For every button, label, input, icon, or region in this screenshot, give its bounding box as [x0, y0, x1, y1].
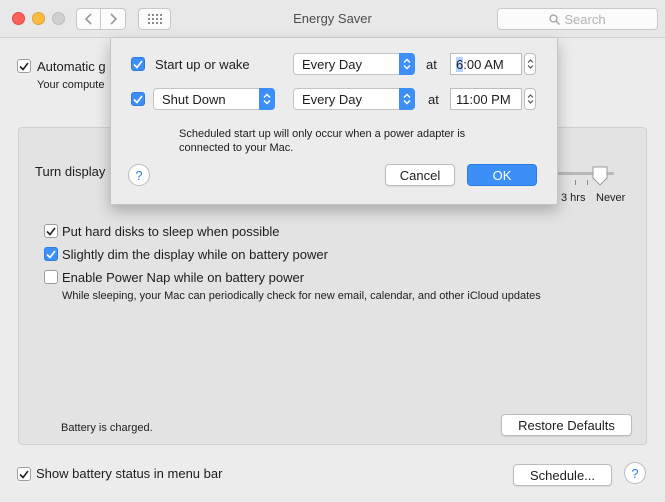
shutdown-time-field[interactable]: 11:00 PM	[450, 88, 522, 110]
shutdown-day-value: Every Day	[302, 91, 362, 107]
startup-time-stepper[interactable]	[524, 53, 536, 75]
shutdown-action-popup[interactable]: Shut Down	[153, 88, 275, 110]
automatic-checkbox[interactable]	[17, 59, 31, 73]
schedule-note-line1: Scheduled start up will only occur when …	[179, 128, 466, 140]
shutdown-time-stepper[interactable]	[524, 88, 536, 110]
display-sleep-slider-knob[interactable]	[592, 166, 608, 186]
slider-tick	[587, 180, 588, 185]
popup-arrows-icon	[399, 53, 415, 75]
battery-status-text: Battery is charged.	[61, 422, 153, 434]
at-label: at	[426, 57, 437, 72]
popup-arrows-icon	[259, 88, 275, 110]
schedule-button[interactable]: Schedule...	[513, 464, 612, 486]
search-field[interactable]: Search	[497, 8, 658, 30]
automatic-label: Automatic g	[37, 59, 106, 74]
slider-label-3hrs: 3 hrs	[561, 192, 586, 204]
checkmark-icon	[133, 94, 143, 104]
power-nap-description: While sleeping, your Mac can periodicall…	[62, 290, 541, 302]
hard-disk-sleep-label: Put hard disks to sleep when possible	[62, 224, 280, 239]
help-button[interactable]: ?	[624, 462, 646, 484]
shutdown-action-value: Shut Down	[162, 91, 226, 107]
show-battery-status-label: Show battery status in menu bar	[36, 466, 223, 481]
sheet-help-button[interactable]: ?	[128, 164, 150, 186]
help-icon: ?	[135, 167, 143, 183]
stepper-arrows-icon	[527, 94, 533, 104]
power-nap-label: Enable Power Nap while on battery power	[62, 270, 305, 285]
turn-display-off-label: Turn display	[35, 164, 106, 179]
checkmark-icon	[46, 227, 56, 236]
popup-arrows-icon	[399, 88, 415, 110]
dim-display-label: Slightly dim the display while on batter…	[62, 247, 328, 262]
startup-time-hour[interactable]: 6	[456, 56, 464, 72]
help-icon: ?	[631, 465, 639, 481]
dim-display-checkbox[interactable]	[44, 247, 58, 261]
startup-time-rest: :00 AM	[463, 56, 504, 72]
startup-wake-label: Start up or wake	[155, 57, 250, 72]
schedule-sheet: Start up or wake Every Day at 6:00 AM Sh…	[110, 38, 558, 205]
show-battery-status-checkbox[interactable]	[17, 467, 31, 481]
checkmark-icon	[19, 62, 29, 71]
startup-time-field[interactable]: 6:00 AM	[450, 53, 522, 75]
shutdown-time-value: 11:00 PM	[456, 91, 511, 107]
startup-day-popup[interactable]: Every Day	[293, 53, 415, 75]
checkmark-icon	[133, 59, 143, 69]
search-placeholder: Search	[564, 11, 606, 27]
checkmark-icon	[46, 249, 56, 259]
stepper-arrows-icon	[527, 59, 533, 69]
search-icon	[549, 13, 561, 25]
cancel-button[interactable]: Cancel	[385, 164, 455, 186]
shutdown-checkbox[interactable]	[131, 92, 145, 106]
title-bar: Energy Saver Search	[0, 0, 665, 38]
schedule-note-line2: connected to your Mac.	[179, 142, 294, 154]
hard-disk-sleep-checkbox[interactable]	[44, 224, 58, 238]
restore-defaults-button[interactable]: Restore Defaults	[501, 414, 632, 436]
slider-tick	[575, 180, 576, 185]
at-label: at	[428, 92, 439, 107]
power-nap-checkbox[interactable]	[44, 270, 58, 284]
checkmark-icon	[19, 470, 29, 479]
ok-button[interactable]: OK	[467, 164, 537, 186]
startup-day-value: Every Day	[302, 56, 362, 72]
slider-label-never: Never	[596, 192, 626, 204]
shutdown-day-popup[interactable]: Every Day	[293, 88, 415, 110]
startup-wake-checkbox[interactable]	[131, 57, 145, 71]
automatic-description: Your compute	[37, 79, 105, 91]
